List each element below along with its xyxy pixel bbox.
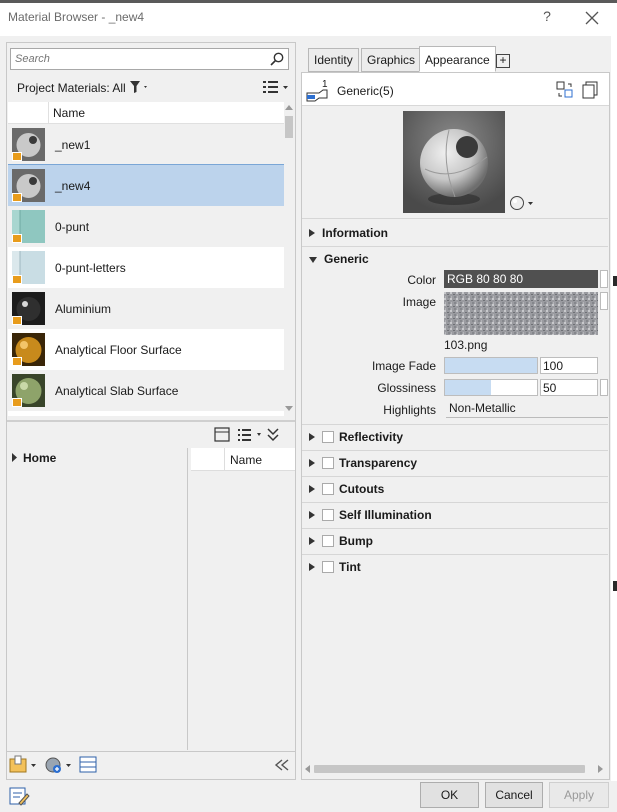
material-name: 0-punt-letters — [55, 261, 126, 275]
search-input[interactable] — [15, 51, 255, 67]
glossiness-slider[interactable] — [444, 379, 538, 396]
left-bottom-toolbar — [7, 751, 295, 779]
in-use-badge-icon — [12, 152, 22, 161]
material-list-item[interactable]: _new4 — [8, 164, 284, 207]
in-use-badge-icon — [12, 193, 22, 202]
open-editor-button[interactable] — [8, 785, 30, 807]
material-list-item[interactable]: Aluminium — [8, 288, 284, 329]
window-right-edge — [611, 36, 617, 812]
image-fade-label: Image Fade — [371, 359, 436, 373]
in-use-badge-icon — [12, 398, 22, 407]
material-list: _new1 _new4 0-punt 0-punt-letters Aluminium A… — [8, 124, 284, 416]
close-icon — [585, 11, 599, 25]
library-name-column-header[interactable]: Name — [230, 453, 262, 467]
library-toolbar — [212, 426, 292, 444]
section-information[interactable]: Information — [309, 226, 388, 240]
search-icon[interactable] — [269, 51, 285, 67]
filter-icon[interactable] — [129, 80, 149, 94]
material-name: Analytical Floor Surface — [55, 343, 182, 357]
transparency-checkbox[interactable] — [322, 457, 334, 469]
edit-material-icon — [9, 787, 30, 806]
image-filename[interactable]: 103.png — [444, 338, 487, 352]
apply-button[interactable]: Apply — [549, 782, 609, 808]
show-hide-library-icon[interactable] — [214, 427, 230, 442]
image-label: Image — [402, 295, 436, 309]
material-name: 0-punt — [55, 220, 90, 234]
image-dropdown[interactable] — [600, 292, 608, 310]
section-cutouts[interactable]: Cutouts — [309, 482, 384, 496]
library-tree — [8, 448, 188, 750]
help-button[interactable]: ? — [538, 8, 556, 28]
material-name: _new4 — [55, 179, 91, 193]
material-list-item-partial — [8, 411, 284, 416]
asset-user-count: 1 — [322, 79, 328, 90]
collapse-library-icon[interactable] — [267, 428, 279, 442]
editor-horizontal-scrollbar[interactable] — [302, 762, 608, 776]
section-transparency[interactable]: Transparency — [309, 456, 417, 470]
material-list-scrollbar[interactable] — [284, 102, 294, 416]
library-grid-header: Name — [191, 448, 295, 471]
material-editor-toggle-icon[interactable] — [79, 756, 97, 773]
image-fade-value[interactable]: 100 — [540, 357, 598, 374]
asset-name: Generic(5) — [337, 84, 394, 98]
tab-appearance[interactable]: Appearance — [419, 46, 496, 72]
image-fade-slider[interactable] — [444, 357, 538, 374]
self-illumination-checkbox[interactable] — [322, 509, 334, 521]
material-list-item[interactable]: _new1 — [8, 124, 284, 165]
glossiness-dropdown[interactable] — [600, 379, 608, 396]
name-column-header[interactable]: Name — [53, 106, 85, 120]
glossiness-value[interactable]: 50 — [540, 379, 598, 396]
render-settings-icon[interactable] — [509, 195, 535, 211]
cancel-button[interactable]: Cancel — [485, 782, 543, 808]
material-name: Analytical Slab Surface — [55, 384, 179, 398]
color-dropdown[interactable] — [600, 270, 608, 288]
collapse-left-pane-icon[interactable] — [274, 759, 289, 771]
in-use-badge-icon — [12, 275, 22, 284]
project-materials-filter[interactable]: Project Materials: All — [17, 81, 126, 95]
expand-arrow-icon[interactable] — [11, 453, 19, 462]
ok-button[interactable]: OK — [420, 782, 479, 808]
add-asset-button[interactable]: + — [496, 54, 510, 68]
manage-library-icon[interactable] — [9, 755, 36, 773]
view-options-icon[interactable] — [262, 80, 290, 94]
duplicate-asset-icon[interactable] — [582, 81, 600, 99]
highlights-label: Highlights — [383, 403, 436, 417]
material-preview — [403, 111, 505, 213]
material-list-item[interactable]: Analytical Slab Surface — [8, 370, 284, 411]
image-texture-thumbnail[interactable] — [444, 292, 598, 335]
material-list-header: Name — [8, 102, 284, 124]
in-use-badge-icon — [12, 234, 22, 243]
in-use-badge-icon — [12, 357, 22, 366]
bump-checkbox[interactable] — [322, 535, 334, 547]
section-self-illumination[interactable]: Self Illumination — [309, 508, 432, 522]
color-field[interactable]: RGB 80 80 80 — [444, 270, 598, 288]
search-box[interactable] — [10, 48, 289, 70]
replace-asset-icon[interactable] — [556, 81, 574, 99]
window-title: Material Browser - _new4 — [8, 10, 145, 24]
color-label: Color — [407, 273, 436, 287]
material-list-item[interactable]: Analytical Floor Surface — [8, 329, 284, 370]
library-view-options-icon[interactable] — [238, 429, 261, 441]
editor-tab-bar: Identity Graphics Appearance + — [302, 46, 612, 72]
library-tree-home[interactable]: Home — [11, 451, 56, 465]
material-name: _new1 — [55, 138, 91, 152]
material-list-item[interactable]: 0-punt-letters — [8, 247, 284, 288]
section-bump[interactable]: Bump — [309, 534, 373, 548]
close-button[interactable] — [580, 6, 604, 30]
glossiness-label: Glossiness — [377, 381, 436, 395]
section-generic[interactable]: Generic — [309, 252, 369, 266]
create-material-icon[interactable] — [45, 757, 71, 773]
highlights-select[interactable]: Non-Metallic — [446, 400, 608, 418]
section-tint[interactable]: Tint — [309, 560, 361, 574]
material-list-item[interactable]: 0-punt — [8, 206, 284, 247]
cutouts-checkbox[interactable] — [322, 483, 334, 495]
tint-checkbox[interactable] — [322, 561, 334, 573]
pane-splitter[interactable] — [7, 420, 295, 422]
tab-graphics[interactable]: Graphics — [361, 48, 422, 72]
reflectivity-checkbox[interactable] — [322, 431, 334, 443]
material-name: Aluminium — [55, 302, 112, 316]
section-reflectivity[interactable]: Reflectivity — [309, 430, 403, 444]
tab-identity[interactable]: Identity — [308, 48, 359, 72]
in-use-badge-icon — [12, 316, 22, 325]
